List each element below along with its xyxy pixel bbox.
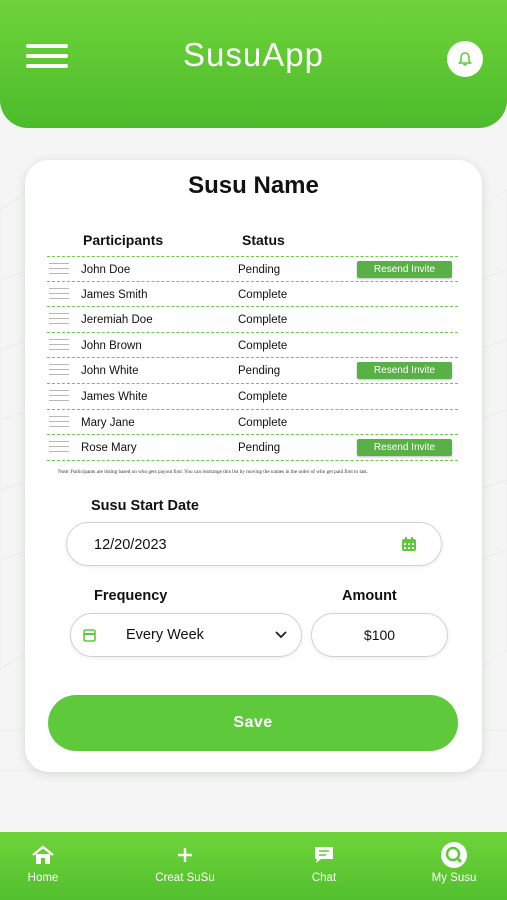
drag-handle-icon[interactable] <box>49 415 69 428</box>
chat-icon <box>315 847 333 863</box>
calendar-icon[interactable] <box>401 537 417 552</box>
frequency-select[interactable]: Every Week <box>70 613 302 657</box>
participant-status: Pending <box>238 442 281 455</box>
amount-label: Amount <box>342 588 397 604</box>
notification-bell-icon[interactable] <box>447 41 483 77</box>
participant-row[interactable]: James White Complete <box>47 384 458 410</box>
frequency-label: Frequency <box>94 588 168 604</box>
susu-details-card: Susu Name Participants Status John Doe P… <box>25 160 482 772</box>
resend-invite-button[interactable]: Resend Invite <box>357 261 452 278</box>
frequency-value: Every Week <box>126 627 204 643</box>
nav-home-label: Home <box>27 872 59 884</box>
save-button[interactable]: Save <box>48 695 458 751</box>
chevron-down-icon[interactable] <box>275 631 287 639</box>
bottom-navigation: Home Creat SuSu Chat My Susu <box>0 832 507 900</box>
home-icon <box>32 845 54 864</box>
susu-name-title: Susu Name <box>188 172 319 199</box>
participant-name: John White <box>81 365 139 378</box>
participant-name: Jeremiah Doe <box>81 314 153 327</box>
drag-handle-icon[interactable] <box>49 338 69 351</box>
frequency-icon <box>83 629 96 642</box>
participant-name: Rose Mary <box>81 442 137 455</box>
participant-row[interactable]: Jeremiah Doe Complete <box>47 307 458 333</box>
start-date-value: 12/20/2023 <box>94 537 167 553</box>
participants-list: John Doe Pending Resend Invite James Smi… <box>47 256 458 461</box>
resend-invite-button[interactable]: Resend Invite <box>357 439 452 457</box>
resend-invite-button[interactable]: Resend Invite <box>357 362 452 380</box>
drag-handle-icon[interactable] <box>49 287 69 300</box>
participant-name: James White <box>81 390 148 403</box>
amount-value: $100 <box>363 627 396 643</box>
participant-status: Pending <box>238 264 281 276</box>
participant-row[interactable]: Rose Mary Pending Resend Invite <box>47 435 458 461</box>
app-header: SusuApp <box>0 0 507 128</box>
participants-column-header: Participants <box>83 232 164 248</box>
nav-chat-label: Chat <box>311 872 337 884</box>
drag-handle-icon[interactable] <box>49 313 69 325</box>
status-column-header: Status <box>242 232 285 248</box>
plus-icon <box>178 848 192 862</box>
participant-row[interactable]: James Smith Complete <box>47 282 458 308</box>
reorder-note: Note: Participants are listing based on … <box>58 469 368 475</box>
participant-row[interactable]: John White Pending Resend Invite <box>47 358 458 384</box>
start-date-field[interactable]: 12/20/2023 <box>66 522 442 566</box>
drag-handle-icon[interactable] <box>49 389 69 402</box>
participant-name: John Brown <box>81 339 142 352</box>
nav-my-susu-label: My Susu <box>431 872 477 884</box>
start-date-label: Susu Start Date <box>91 498 199 514</box>
drag-handle-icon[interactable] <box>49 441 69 453</box>
participant-row[interactable]: Mary Jane Complete <box>47 410 458 436</box>
participant-status: Pending <box>238 365 281 378</box>
participant-status: Complete <box>238 288 288 301</box>
participant-row[interactable]: John Brown Complete <box>47 333 458 359</box>
app-title: SusuApp <box>183 36 324 73</box>
nav-home[interactable]: Home <box>0 842 88 884</box>
participant-row[interactable]: John Doe Pending Resend Invite <box>47 256 458 282</box>
drag-handle-icon[interactable] <box>49 263 69 275</box>
my-susu-search-icon <box>441 842 467 868</box>
drag-handle-icon[interactable] <box>49 364 69 376</box>
participant-name: John Doe <box>81 264 131 276</box>
nav-create-susu[interactable]: Creat SuSu <box>140 842 230 884</box>
participant-name: Mary Jane <box>81 416 135 429</box>
participant-status: Complete <box>238 416 288 429</box>
nav-chat[interactable]: Chat <box>279 842 369 884</box>
participant-status: Complete <box>238 390 288 403</box>
participant-status: Complete <box>238 314 288 327</box>
participant-name: James Smith <box>81 288 148 301</box>
nav-create-label: Creat SuSu <box>155 872 215 884</box>
participant-status: Complete <box>238 339 288 352</box>
amount-field[interactable]: $100 <box>311 613 448 657</box>
nav-my-susu[interactable]: My Susu <box>409 842 499 884</box>
